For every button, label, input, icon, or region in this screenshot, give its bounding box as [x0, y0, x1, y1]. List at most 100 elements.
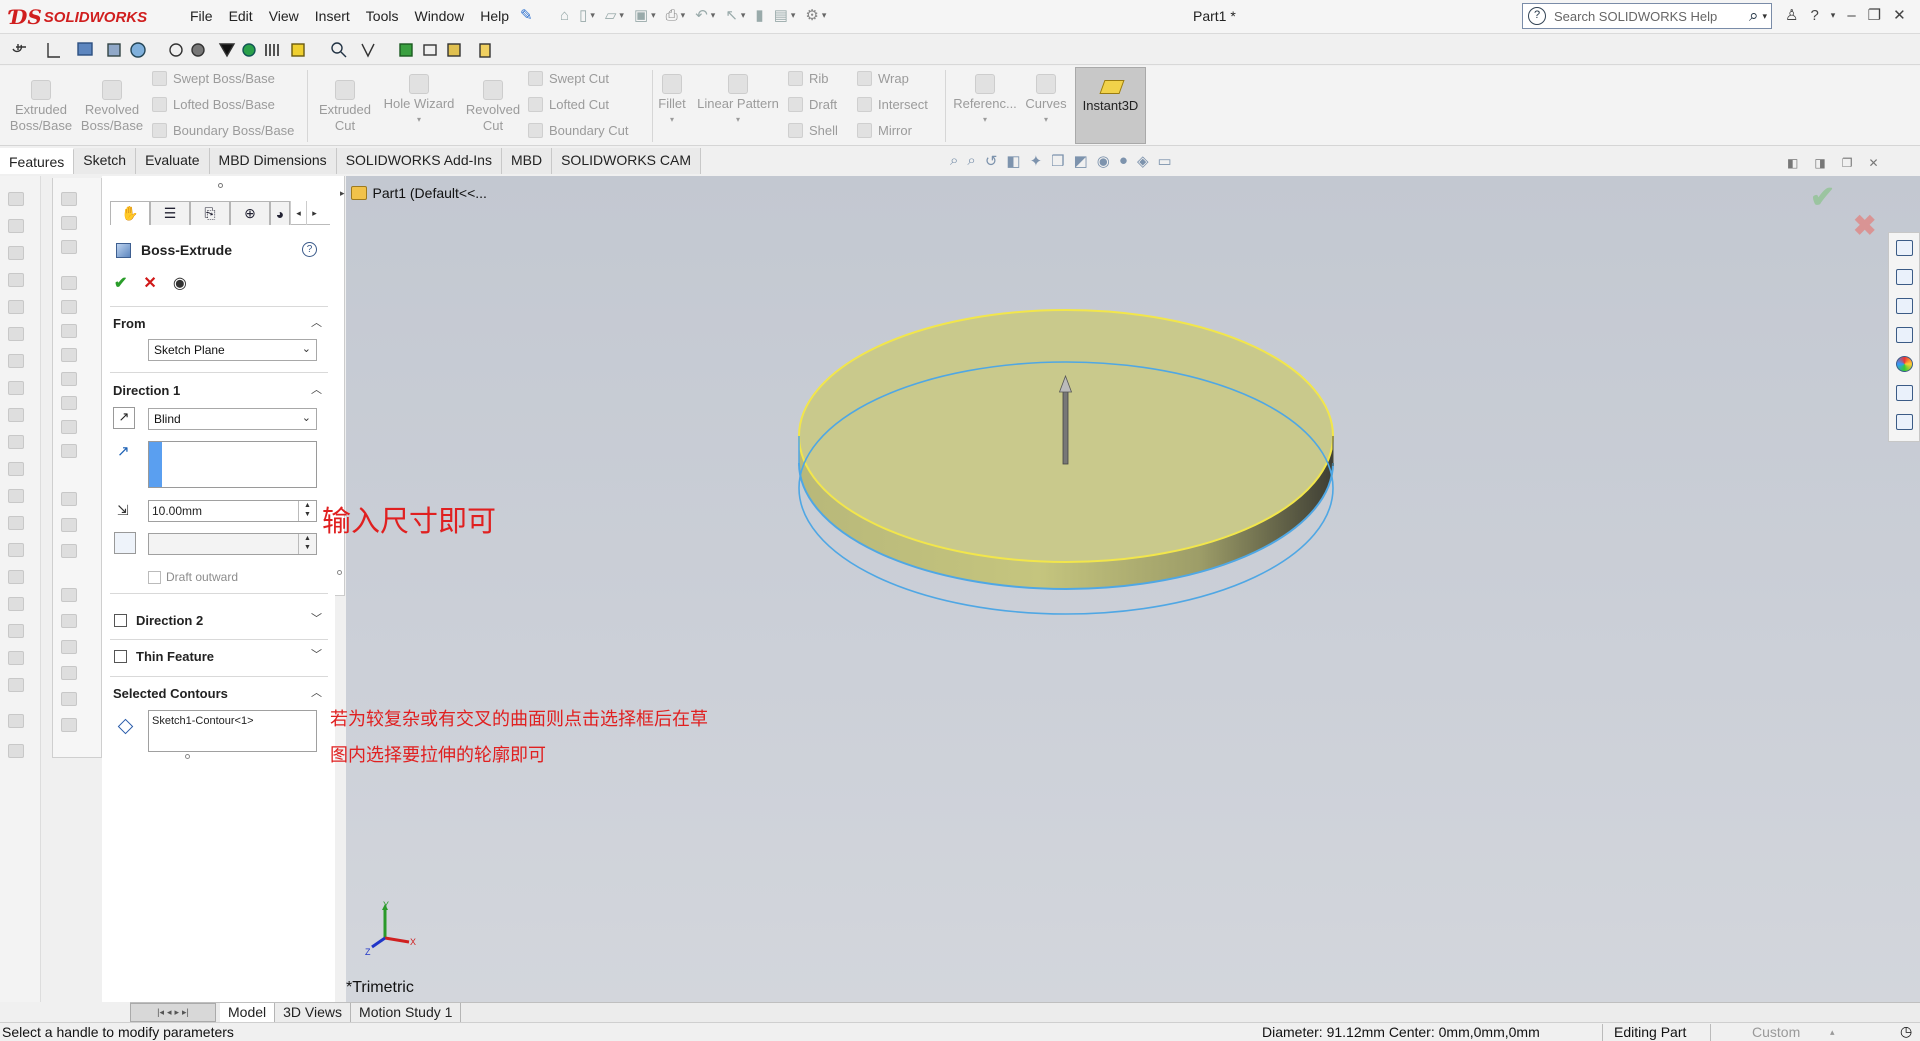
- direction2-checkbox[interactable]: [114, 614, 127, 627]
- first-tab-icon[interactable]: |◂: [157, 1007, 164, 1018]
- last-tab-icon[interactable]: ▸|: [182, 1007, 189, 1018]
- menu-help[interactable]: Help: [472, 8, 517, 24]
- chamfer-tool-icon[interactable]: [8, 354, 24, 368]
- revolved-boss-button[interactable]: Revolved Boss/Base: [80, 80, 144, 134]
- display-style-icon[interactable]: ◩: [1074, 152, 1088, 170]
- loft-tool-icon[interactable]: [8, 273, 24, 287]
- sketch-tool-icon[interactable]: [8, 192, 24, 206]
- prev-tab-icon[interactable]: ◂: [167, 1007, 172, 1018]
- select-icon[interactable]: ↖: [725, 6, 738, 24]
- tile-left-icon[interactable]: ◧: [1787, 156, 1798, 170]
- home-icon[interactable]: ⌂: [560, 7, 569, 24]
- feature-tool-icon[interactable]: [61, 492, 77, 506]
- reference-dropdown-icon[interactable]: ▾: [950, 112, 1020, 128]
- feature-tool-icon[interactable]: [61, 718, 77, 732]
- boundary-boss-button[interactable]: Boundary Boss/Base: [152, 123, 294, 138]
- direction2-group-title[interactable]: Direction 2: [136, 613, 203, 628]
- search-icon[interactable]: ⌕: [1749, 6, 1759, 26]
- plane-tool-icon[interactable]: [8, 714, 24, 728]
- tab-solidworks-cam[interactable]: SOLIDWORKS CAM: [552, 148, 701, 174]
- ok-checkmark-icon[interactable]: ✔: [114, 273, 127, 293]
- tabs-left-arrow-icon[interactable]: ◂: [290, 201, 306, 225]
- linear-pattern-button[interactable]: Linear Pattern ▾: [692, 74, 784, 128]
- direction1-group-title[interactable]: Direction 1: [113, 383, 180, 398]
- lofted-boss-button[interactable]: Lofted Boss/Base: [152, 97, 275, 112]
- feature-tool-icon[interactable]: [61, 588, 77, 602]
- fillet-button[interactable]: Fillet ▾: [654, 74, 690, 128]
- direction-selection-box[interactable]: [148, 441, 317, 488]
- wrap-tool-icon[interactable]: [8, 489, 24, 503]
- pin-icon[interactable]: ✎: [520, 6, 533, 24]
- close-icon[interactable]: ✕: [1893, 6, 1906, 24]
- search-input[interactable]: Search SOLIDWORKS Help: [1554, 9, 1749, 24]
- combine-tool-icon[interactable]: [8, 624, 24, 638]
- previous-view-icon[interactable]: ↺: [985, 152, 998, 170]
- selected-contours-list[interactable]: Sketch1-Contour<1>: [148, 710, 317, 752]
- reverse-direction-icon[interactable]: ↗: [113, 407, 135, 429]
- restore-icon[interactable]: ❐: [1868, 6, 1881, 24]
- minimize-icon[interactable]: –: [1847, 7, 1855, 24]
- selected-contours-group-title[interactable]: Selected Contours: [113, 686, 228, 701]
- from-group-title[interactable]: From: [113, 316, 146, 331]
- view-palette-icon[interactable]: [1896, 327, 1913, 343]
- curves-button[interactable]: Curves ▾: [1022, 74, 1070, 128]
- feature-tool-icon[interactable]: [61, 324, 77, 338]
- end-condition-select[interactable]: Blind ⌄: [148, 408, 317, 430]
- curve-tool-icon[interactable]: [8, 651, 24, 665]
- cancel-x-icon[interactable]: ✕: [143, 273, 156, 293]
- units-dropdown-icon[interactable]: ▴: [1830, 1027, 1835, 1038]
- feature-tool-icon[interactable]: [61, 640, 77, 654]
- sweep-tool-icon[interactable]: [8, 246, 24, 260]
- draft-button[interactable]: Draft: [788, 97, 837, 112]
- instant3d-button[interactable]: Instant3D: [1075, 67, 1146, 144]
- edit-appearance-icon[interactable]: ●: [1119, 152, 1128, 170]
- property-manager-tab-icon[interactable]: ☰: [150, 201, 190, 225]
- tile-right-icon[interactable]: ◨: [1814, 156, 1825, 170]
- confirm-ok-icon[interactable]: ✔: [1810, 180, 1835, 215]
- dimxpert-tab-icon[interactable]: ⊕: [230, 201, 270, 225]
- from-select[interactable]: Sketch Plane ⌄: [148, 339, 317, 361]
- swept-cut-button[interactable]: Swept Cut: [528, 71, 609, 86]
- section-view-icon[interactable]: ◧: [1006, 152, 1020, 170]
- close-view-icon[interactable]: ✕: [1868, 156, 1878, 170]
- direction1-collapse-icon[interactable]: ︿: [311, 381, 322, 397]
- menu-insert[interactable]: Insert: [307, 8, 358, 24]
- hole-tool-icon[interactable]: [61, 240, 77, 254]
- selected-contours-collapse-icon[interactable]: ︿: [311, 684, 322, 700]
- axis-tool-icon[interactable]: [8, 744, 24, 758]
- tab-mbd[interactable]: MBD: [501, 148, 553, 174]
- new-document-icon[interactable]: ▯: [579, 6, 587, 24]
- tab-3d-views[interactable]: 3D Views: [275, 1003, 352, 1022]
- feature-tool-icon[interactable]: [61, 348, 77, 362]
- unit-system-select[interactable]: Custom: [1752, 1024, 1800, 1040]
- hole-wizard-dropdown-icon[interactable]: ▾: [381, 112, 457, 128]
- linear-pattern-dropdown-icon[interactable]: ▾: [692, 112, 784, 128]
- from-collapse-icon[interactable]: ︿: [311, 314, 322, 330]
- draft-angle-input[interactable]: ▲ ▼: [148, 533, 317, 555]
- depth-input[interactable]: 10.00mm ▲ ▼: [148, 500, 317, 522]
- list-resize-handle[interactable]: [185, 754, 190, 759]
- thin-feature-expand-icon[interactable]: ﹀: [311, 646, 322, 662]
- configuration-manager-tab-icon[interactable]: ⎘: [190, 201, 230, 225]
- revolved-cut-button[interactable]: Revolved Cut: [460, 80, 526, 134]
- revolve-tool-icon[interactable]: [8, 219, 24, 233]
- reference-geometry-button[interactable]: Referenc... ▾: [950, 74, 1020, 128]
- shell-tool-icon[interactable]: [8, 381, 24, 395]
- help-dropdown-icon[interactable]: ▾: [1831, 10, 1836, 21]
- mirror-tool-icon[interactable]: [8, 570, 24, 584]
- help-search-box[interactable]: ? Search SOLIDWORKS Help ⌕ ▾: [1522, 3, 1772, 29]
- menu-view[interactable]: View: [261, 8, 307, 24]
- tab-solidworks-add-ins[interactable]: SOLIDWORKS Add-Ins: [336, 148, 502, 174]
- tab-features[interactable]: Features: [0, 148, 75, 174]
- options-gear-icon[interactable]: ⚙: [805, 6, 818, 24]
- fillet-tool-icon[interactable]: [8, 327, 24, 341]
- view-settings-icon[interactable]: ▭: [1158, 152, 1172, 170]
- reference-tool-icon[interactable]: [8, 678, 24, 692]
- print-icon[interactable]: ⎙: [666, 7, 678, 24]
- extruded-boss-button[interactable]: Extruded Boss/Base: [8, 80, 74, 134]
- boundary-cut-button[interactable]: Boundary Cut: [528, 123, 629, 138]
- secondary-toolbar-icons[interactable]: [10, 35, 510, 65]
- extrude-preview[interactable]: Y X Z: [346, 176, 1920, 1002]
- extrude-tool-icon[interactable]: [61, 192, 77, 206]
- zoom-to-area-icon[interactable]: ⌕: [967, 152, 975, 170]
